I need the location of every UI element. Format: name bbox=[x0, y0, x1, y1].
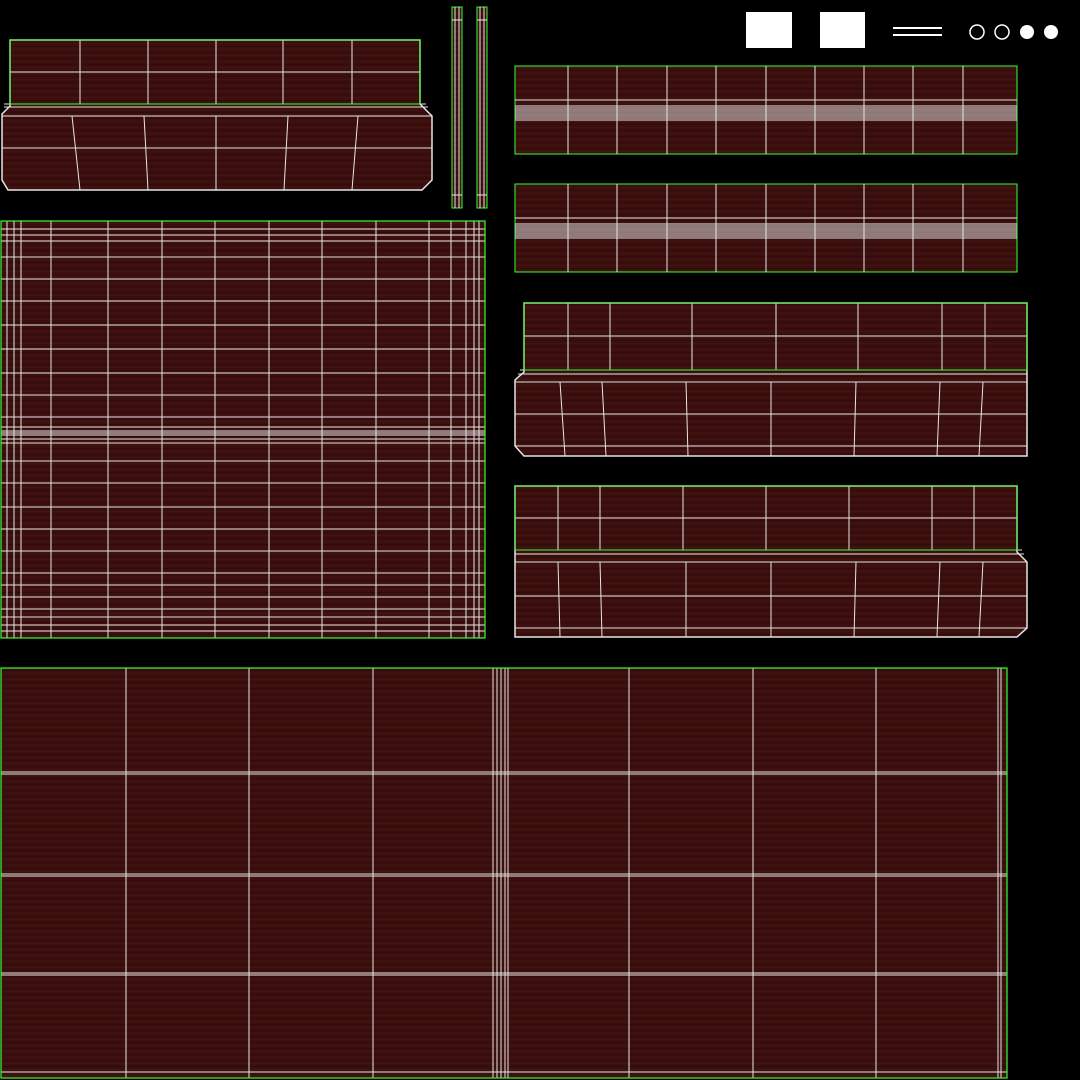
uv-island-upper-left-molding bbox=[1, 39, 433, 191]
uv-island-thin-strip-a bbox=[451, 6, 463, 209]
uv-island-top-panel bbox=[0, 220, 486, 639]
disc-b bbox=[1044, 25, 1058, 39]
disc-a bbox=[1020, 25, 1034, 39]
uv-layout-canvas bbox=[0, 0, 1080, 1080]
uv-island-right-board-2 bbox=[514, 183, 1018, 273]
uv-island-thin-strip-b bbox=[476, 6, 488, 209]
white-square-a bbox=[746, 12, 792, 48]
uv-island-large-bottom-panel bbox=[0, 667, 1008, 1079]
uv-island-right-molding-2 bbox=[514, 485, 1028, 638]
uv-island-right-molding-1 bbox=[514, 302, 1028, 457]
uv-island-right-board-1 bbox=[514, 65, 1018, 155]
white-square-b bbox=[820, 12, 865, 48]
